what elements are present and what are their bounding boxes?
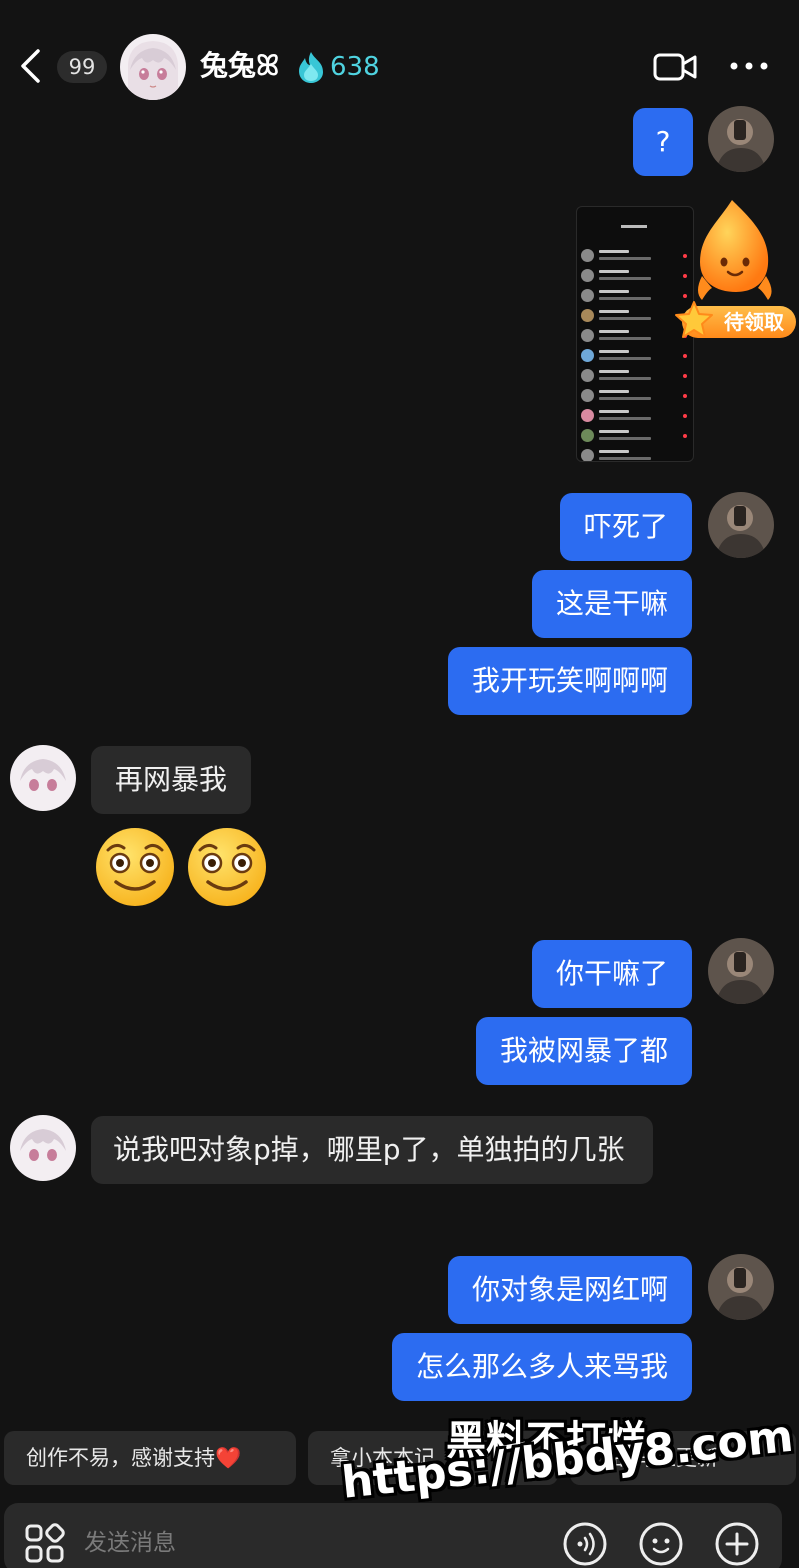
quick-reply-label: 创作不易，感谢支持: [26, 1446, 215, 1470]
heart-icon: ❤️: [215, 1446, 242, 1470]
smiling-face-icon: [188, 828, 266, 906]
message-input-bar: [4, 1503, 782, 1568]
screenshot-row: [581, 407, 689, 425]
screenshot-row: [581, 427, 689, 445]
message-bubble[interactable]: 吓死了: [559, 493, 692, 561]
more-options-icon[interactable]: [728, 56, 770, 76]
unread-count-badge[interactable]: 99: [57, 51, 107, 83]
screenshot-row: [581, 447, 689, 461]
screenshot-title-line: [621, 225, 647, 228]
contact-avatar[interactable]: [120, 34, 186, 100]
plus-icon[interactable]: [714, 1521, 760, 1567]
message-bubble[interactable]: 我开玩笑啊啊啊: [447, 647, 692, 715]
emoji-icon[interactable]: [638, 1521, 684, 1567]
message-bubble[interactable]: 这是干嘛: [531, 570, 692, 638]
message-bubble[interactable]: 怎么那么多人来骂我: [391, 1333, 692, 1401]
reward-widget[interactable]: 待领取: [672, 196, 799, 342]
my-avatar[interactable]: [708, 1254, 774, 1320]
message-bubble[interactable]: 你干嘛了: [531, 940, 692, 1008]
my-avatar[interactable]: [708, 106, 774, 172]
video-call-icon[interactable]: [652, 48, 698, 86]
contact-avatar[interactable]: [10, 1115, 76, 1181]
quick-reply-thanks[interactable]: 创作不易，感谢支持❤️: [4, 1431, 296, 1485]
back-arrow-icon[interactable]: [16, 48, 46, 84]
my-avatar[interactable]: [708, 492, 774, 558]
smiling-face-icon: [96, 828, 174, 906]
apps-grid-icon[interactable]: [24, 1523, 66, 1565]
contact-avatar[interactable]: [10, 745, 76, 811]
screenshot-row: [581, 347, 689, 365]
streak-fire-icon: [299, 52, 323, 83]
message-bubble[interactable]: ?: [633, 108, 693, 176]
mascot-icon: [698, 200, 772, 300]
screenshot-row: [581, 367, 689, 385]
contact-name[interactable]: 兔兔ꕤ: [200, 44, 279, 88]
message-bubble[interactable]: 我被网暴了都: [475, 1017, 692, 1085]
voice-icon[interactable]: [562, 1521, 608, 1567]
screenshot-row: [581, 387, 689, 405]
star-icon: [675, 301, 713, 338]
streak-count: 638: [330, 52, 380, 82]
my-avatar[interactable]: [708, 938, 774, 1004]
message-input[interactable]: [84, 1521, 524, 1565]
message-bubble[interactable]: 你对象是网红啊: [447, 1256, 692, 1324]
message-bubble[interactable]: 再网暴我: [91, 746, 252, 814]
message-bubble[interactable]: 说我吧对象p掉，哪里p了，单独拍的几张: [91, 1116, 653, 1184]
